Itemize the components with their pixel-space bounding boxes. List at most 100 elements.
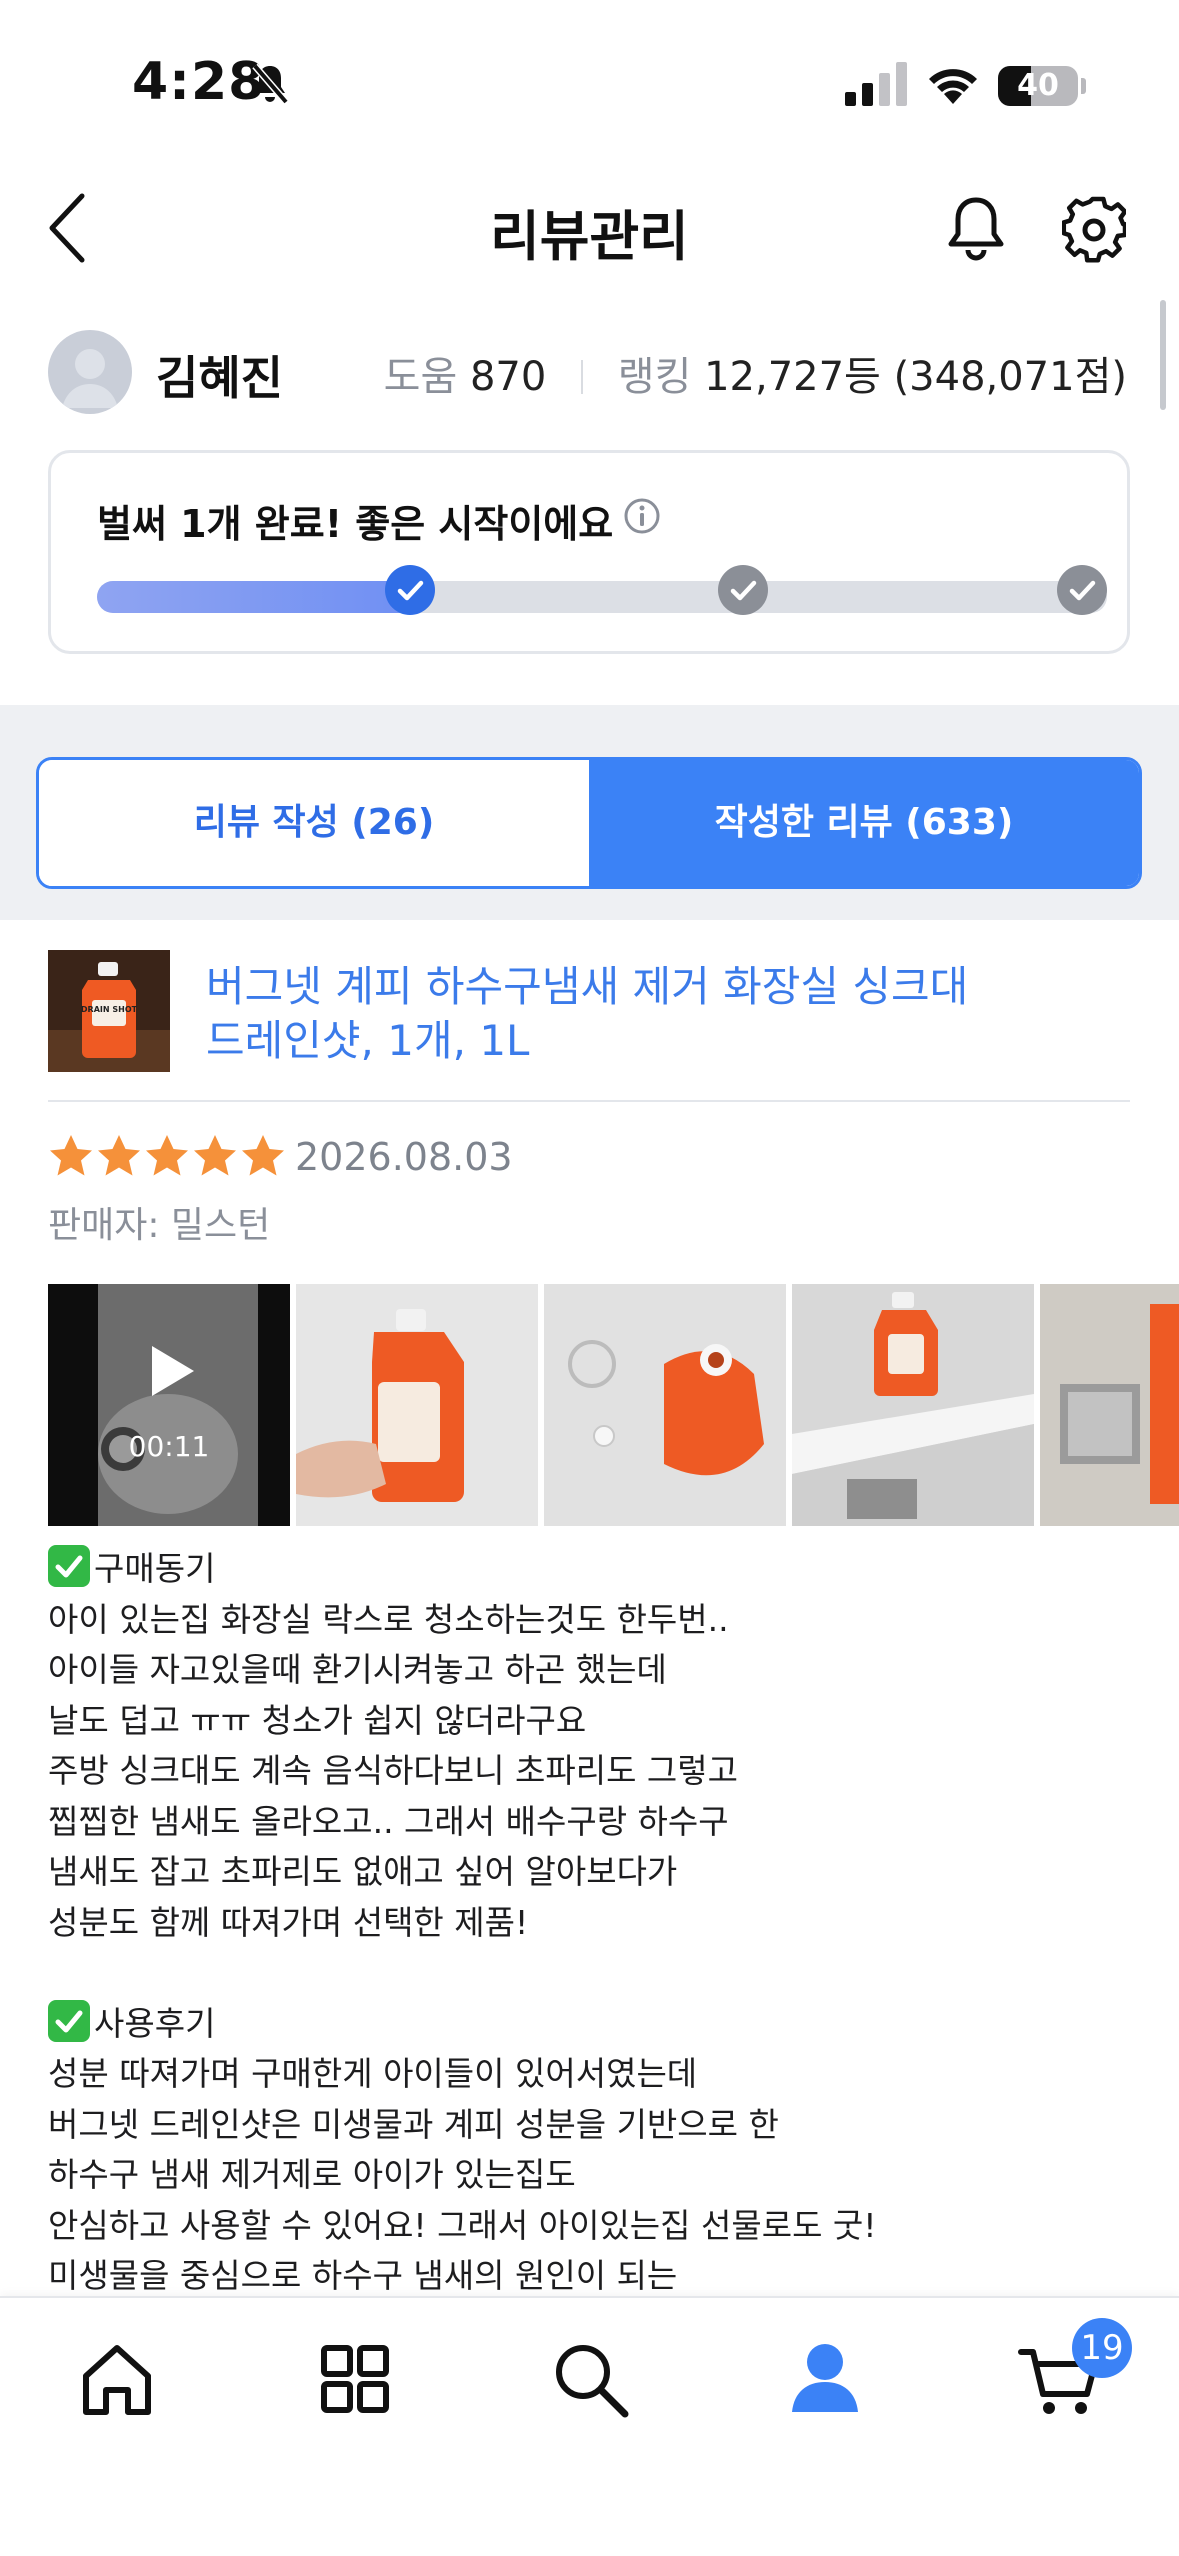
review-line: 찝찝한 냄새도 올라오고.. 그래서 배수구랑 하수구 bbox=[48, 1797, 1148, 1848]
home-icon[interactable] bbox=[72, 2334, 162, 2424]
progress-message: 벌써 1개 완료! 좋은 시작이에요 bbox=[97, 502, 614, 546]
search-icon[interactable] bbox=[545, 2334, 635, 2424]
review-line: 하수구 냄새 제거제로 아이가 있는집도 bbox=[48, 2150, 1148, 2201]
drain-shot-bottle-image: DRAIN SHOT bbox=[48, 950, 170, 1072]
star-icon bbox=[146, 1135, 188, 1176]
product-title[interactable]: 버그넷 계피 하수구냄새 제거 화장실 싱크대 드레인샷, 1개, 1L bbox=[206, 960, 1066, 1068]
status-time: 4:28 bbox=[132, 52, 266, 112]
product-thumbnail[interactable]: DRAIN SHOT bbox=[48, 950, 170, 1072]
review-date: 2026.08.03 bbox=[295, 1135, 513, 1179]
progress-track bbox=[97, 581, 1107, 613]
stat-divider bbox=[581, 360, 584, 394]
tab-write-review[interactable]: 리뷰 작성 (26) bbox=[39, 760, 589, 886]
review-line: 구매동기 bbox=[48, 1544, 1148, 1595]
review-line: 날도 덥고 ㅠㅠ 청소가 쉽지 않더라구요 bbox=[48, 1696, 1148, 1747]
star-icon bbox=[194, 1135, 236, 1176]
star-icon bbox=[242, 1135, 284, 1176]
tab-written-reviews[interactable]: 작성한 리뷰 (633) bbox=[589, 760, 1139, 886]
review-line: 버그넷 드레인샷은 미생물과 계피 성분을 기반으로 한 bbox=[48, 2100, 1148, 2151]
review-line bbox=[48, 1948, 1148, 1999]
review-line-text: 안심하고 사용할 수 있어요! 그래서 아이있는집 선물로도 굿! bbox=[48, 2205, 877, 2245]
profile-row: 김혜진 도움 870 랭킹 12,727등 (348,071점) bbox=[0, 320, 1179, 420]
divider bbox=[48, 1100, 1130, 1102]
review-line: 성분 따져가며 구매한게 아이들이 있어서였는데 bbox=[48, 2049, 1148, 2100]
help-label: 도움 bbox=[383, 354, 458, 400]
review-line-text: 사용후기 bbox=[94, 2003, 216, 2043]
seller-name: 판매자: 밀스턴 bbox=[48, 1205, 271, 1246]
review-photo-2[interactable] bbox=[544, 1284, 786, 1526]
gear-icon[interactable] bbox=[1062, 194, 1126, 266]
header: 리뷰관리 bbox=[0, 170, 1179, 290]
photo-bottle-on-floor bbox=[544, 1284, 786, 1526]
avatar[interactable] bbox=[48, 330, 132, 414]
cellular-signal-icon bbox=[845, 62, 907, 106]
bell-off-icon bbox=[252, 63, 289, 105]
review-line-text: 하수구 냄새 제거제로 아이가 있는집도 bbox=[48, 2155, 576, 2194]
progress-step-1 bbox=[385, 565, 436, 615]
product-title-line2: 드레인샷, 1개, 1L bbox=[206, 1016, 530, 1065]
progress-step-3 bbox=[1056, 565, 1107, 615]
ranking-label: 랭킹 bbox=[617, 354, 692, 400]
check-icon bbox=[731, 580, 757, 601]
review-line: 안심하고 사용할 수 있어요! 그래서 아이있는집 선물로도 굿! bbox=[48, 2201, 1148, 2252]
photo-bottle-on-sink bbox=[792, 1284, 1034, 1526]
review-line: 냄새도 잡고 초파리도 없애고 싶어 알아보다가 bbox=[48, 1847, 1148, 1898]
review-tabs: 리뷰 작성 (26) 작성한 리뷰 (633) bbox=[36, 757, 1142, 889]
photo-bottle-in-hand bbox=[296, 1284, 538, 1526]
review-line-text: 버그넷 드레인샷은 미생물과 계피 성분을 기반으로 한 bbox=[48, 2104, 779, 2144]
review-line: 주방 싱크대도 계속 음식하다보니 초파리도 그렇고 bbox=[48, 1746, 1148, 1797]
avatar-placeholder-icon bbox=[62, 349, 118, 408]
review-line: 아이 있는집 화장실 락스로 청소하는것도 한두번.. bbox=[48, 1595, 1148, 1646]
review-line-text: 미생물을 중심으로 하수구 냄새의 원인이 되는 bbox=[48, 2256, 678, 2295]
review-photo-1[interactable] bbox=[296, 1284, 538, 1526]
status-bar: 4:28 40 bbox=[0, 0, 1179, 170]
review-line-text: 찝찝한 냄새도 올라오고.. 그래서 배수구랑 하수구 bbox=[48, 1801, 729, 1841]
user-name: 김혜진 bbox=[156, 351, 283, 405]
review-photo-3[interactable] bbox=[792, 1284, 1034, 1526]
review-media-strip[interactable]: 00:11 bbox=[48, 1284, 1179, 1526]
review-line: 미생물을 중심으로 하수구 냄새의 원인이 되는 bbox=[48, 2251, 1148, 2302]
battery-icon: 40 bbox=[998, 66, 1078, 106]
review-photo-4[interactable] bbox=[1040, 1284, 1179, 1526]
check-icon bbox=[397, 580, 424, 601]
progress-card: 벌써 1개 완료! 좋은 시작이에요 bbox=[48, 450, 1130, 654]
review-line: 아이들 자고있을때 환기시켜놓고 하곤 했는데 bbox=[48, 1645, 1148, 1696]
wifi-icon bbox=[929, 69, 977, 104]
review-line-text: 날도 덥고 ㅠㅠ 청소가 쉽지 않더라구요 bbox=[48, 1700, 587, 1740]
progress-fill bbox=[97, 581, 421, 613]
progress-step-2 bbox=[718, 565, 769, 615]
star-icon bbox=[98, 1135, 140, 1176]
cart-badge: 19 bbox=[1072, 2318, 1132, 2378]
profile-icon[interactable] bbox=[780, 2334, 870, 2424]
photo-drain bbox=[1040, 1284, 1179, 1526]
review-line-text: 구매동기 bbox=[94, 1549, 216, 1588]
grid-icon[interactable] bbox=[310, 2334, 400, 2424]
review-line-text: 성분도 함께 따져가며 선택한 제품! bbox=[48, 1902, 529, 1942]
help-value: 870 bbox=[469, 354, 547, 400]
video-duration: 00:11 bbox=[128, 1430, 210, 1463]
check-icon bbox=[1069, 580, 1095, 601]
review-line-text: 아이들 자고있을때 환기시켜놓고 하곤 했는데 bbox=[48, 1650, 667, 1689]
bell-icon[interactable] bbox=[944, 194, 1008, 266]
thumb-label: DRAIN SHOT bbox=[81, 1005, 138, 1014]
review-line-text: 주방 싱크대도 계속 음식하다보니 초파리도 그렇고 bbox=[48, 1751, 739, 1790]
star-rating bbox=[48, 1133, 288, 1183]
review-video[interactable]: 00:11 bbox=[48, 1284, 290, 1526]
product-title-line1: 버그넷 계피 하수구냄새 제거 화장실 싱크대 bbox=[206, 962, 969, 1011]
video-thumbnail bbox=[48, 1284, 290, 1526]
review-line-text: 아이 있는집 화장실 락스로 청소하는것도 한두번.. bbox=[48, 1599, 729, 1639]
bottom-nav bbox=[0, 2296, 1179, 2556]
check-mark-icon bbox=[48, 1999, 90, 2042]
ranking-value: 12,727등 (348,071점) bbox=[704, 354, 1127, 400]
star-icon bbox=[50, 1135, 92, 1176]
check-mark-icon bbox=[48, 1545, 90, 1587]
review-text: 구매동기아이 있는집 화장실 락스로 청소하는것도 한두번.. 아이들 자고있을때… bbox=[48, 1544, 1148, 2302]
product-row[interactable]: DRAIN SHOT 버그넷 계피 하수구냄새 제거 화장실 싱크대 드레인샷,… bbox=[0, 940, 1179, 1100]
review-line-text: 냄새도 잡고 초파리도 없애고 싶어 알아보다가 bbox=[48, 1852, 678, 1891]
battery-level: 40 bbox=[1017, 68, 1059, 103]
user-stats: 도움 870 랭킹 12,727등 (348,071점) bbox=[384, 344, 1127, 402]
review-line-text: 성분 따져가며 구매한게 아이들이 있어서였는데 bbox=[48, 2054, 698, 2093]
review-line: 사용후기 bbox=[48, 1999, 1148, 2050]
review-line: 성분도 함께 따져가며 선택한 제품! bbox=[48, 1898, 1148, 1949]
info-icon[interactable] bbox=[623, 497, 661, 535]
